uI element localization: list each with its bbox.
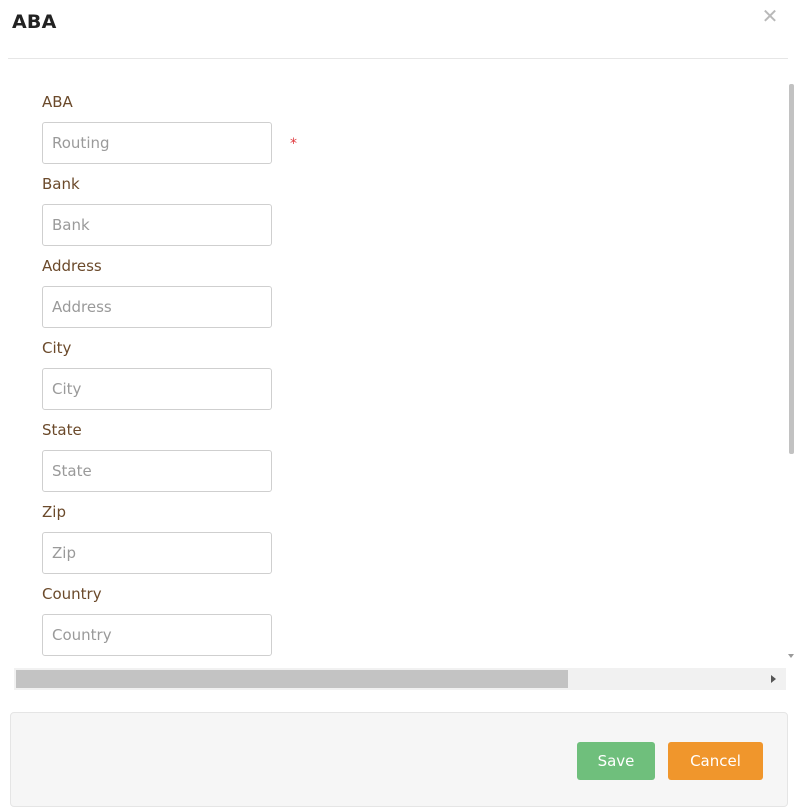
bank-input[interactable] (42, 204, 272, 246)
zip-input[interactable] (42, 532, 272, 574)
city-input[interactable] (42, 368, 272, 410)
city-label: City (42, 339, 72, 357)
country-label: Country (42, 585, 102, 603)
country-input[interactable] (42, 614, 272, 656)
required-marker: * (290, 136, 297, 152)
form-scroll-area[interactable]: ABA * Bank Address City State Zip Countr… (8, 60, 786, 666)
aba-dialog: ABA ✕ ABA * Bank Address City State Zip … (0, 0, 796, 807)
scroll-down-arrow-icon[interactable] (788, 654, 794, 658)
dialog-footer: Save Cancel (10, 712, 788, 807)
close-icon[interactable]: ✕ (760, 6, 780, 26)
state-label: State (42, 421, 82, 439)
horizontal-scrollbar-thumb[interactable] (16, 670, 568, 688)
scroll-right-arrow-icon[interactable] (771, 675, 776, 683)
dialog-title: ABA (12, 11, 57, 33)
cancel-button[interactable]: Cancel (668, 742, 763, 780)
address-label: Address (42, 257, 102, 275)
save-button[interactable]: Save (577, 742, 655, 780)
header-divider (8, 58, 788, 59)
vertical-scrollbar[interactable] (786, 60, 796, 666)
bank-label: Bank (42, 175, 80, 193)
aba-label: ABA (42, 93, 73, 111)
vertical-scrollbar-thumb[interactable] (789, 84, 794, 454)
horizontal-scrollbar[interactable] (14, 668, 786, 690)
address-input[interactable] (42, 286, 272, 328)
state-input[interactable] (42, 450, 272, 492)
zip-label: Zip (42, 503, 66, 521)
routing-input[interactable] (42, 122, 272, 164)
